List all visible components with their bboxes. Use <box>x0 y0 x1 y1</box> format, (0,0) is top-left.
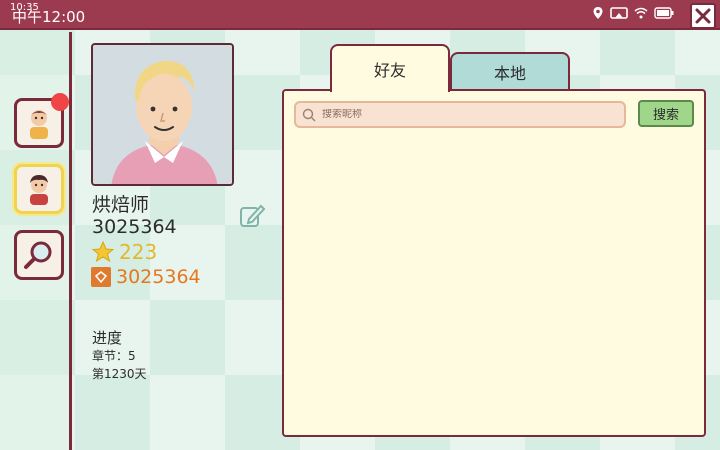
sidebar-item-notifications[interactable] <box>14 93 69 148</box>
stars-row: 223 <box>91 240 157 264</box>
star-icon <box>91 240 115 263</box>
cast-icon <box>610 7 628 19</box>
wifi-icon <box>634 7 648 19</box>
search-input[interactable] <box>322 109 602 120</box>
stars-count: 223 <box>119 240 158 264</box>
day-text: 第1230天 <box>92 367 147 381</box>
search-box[interactable] <box>294 101 626 128</box>
top-status-bar: 10:35 中午12:00 <box>0 0 720 30</box>
status-icons <box>592 6 674 20</box>
player-id: 3025364 <box>92 216 177 238</box>
location-icon <box>593 7 603 19</box>
chapter-text: 章节：5 <box>92 349 136 363</box>
notifications-character-icon <box>30 110 48 139</box>
edit-profile-button[interactable] <box>239 203 267 229</box>
search-button[interactable]: 搜索 <box>638 100 694 127</box>
close-button[interactable] <box>690 3 716 29</box>
sidebar-item-search[interactable] <box>14 230 64 280</box>
tab-local[interactable]: 本地 <box>450 52 570 90</box>
coins-row: 3025364 <box>91 266 201 288</box>
avatar <box>91 43 234 186</box>
notification-badge <box>51 93 69 111</box>
player-name: 烘焙师 <box>92 194 150 216</box>
battery-icon <box>654 7 674 19</box>
magnifier-icon <box>24 241 52 269</box>
profile-character-icon <box>30 175 48 205</box>
tab-friends[interactable]: 好友 <box>330 44 450 92</box>
game-clock: 中午12:00 <box>12 8 86 26</box>
sidebar-item-profile[interactable] <box>14 164 64 214</box>
edit-icon <box>240 204 266 227</box>
coin-icon <box>91 267 111 287</box>
search-icon <box>302 108 316 121</box>
friends-panel <box>282 89 706 437</box>
avatar-illustration <box>93 45 232 184</box>
progress-title: 进度 <box>92 329 123 347</box>
close-icon <box>695 8 711 24</box>
coins-count: 3025364 <box>116 266 201 288</box>
